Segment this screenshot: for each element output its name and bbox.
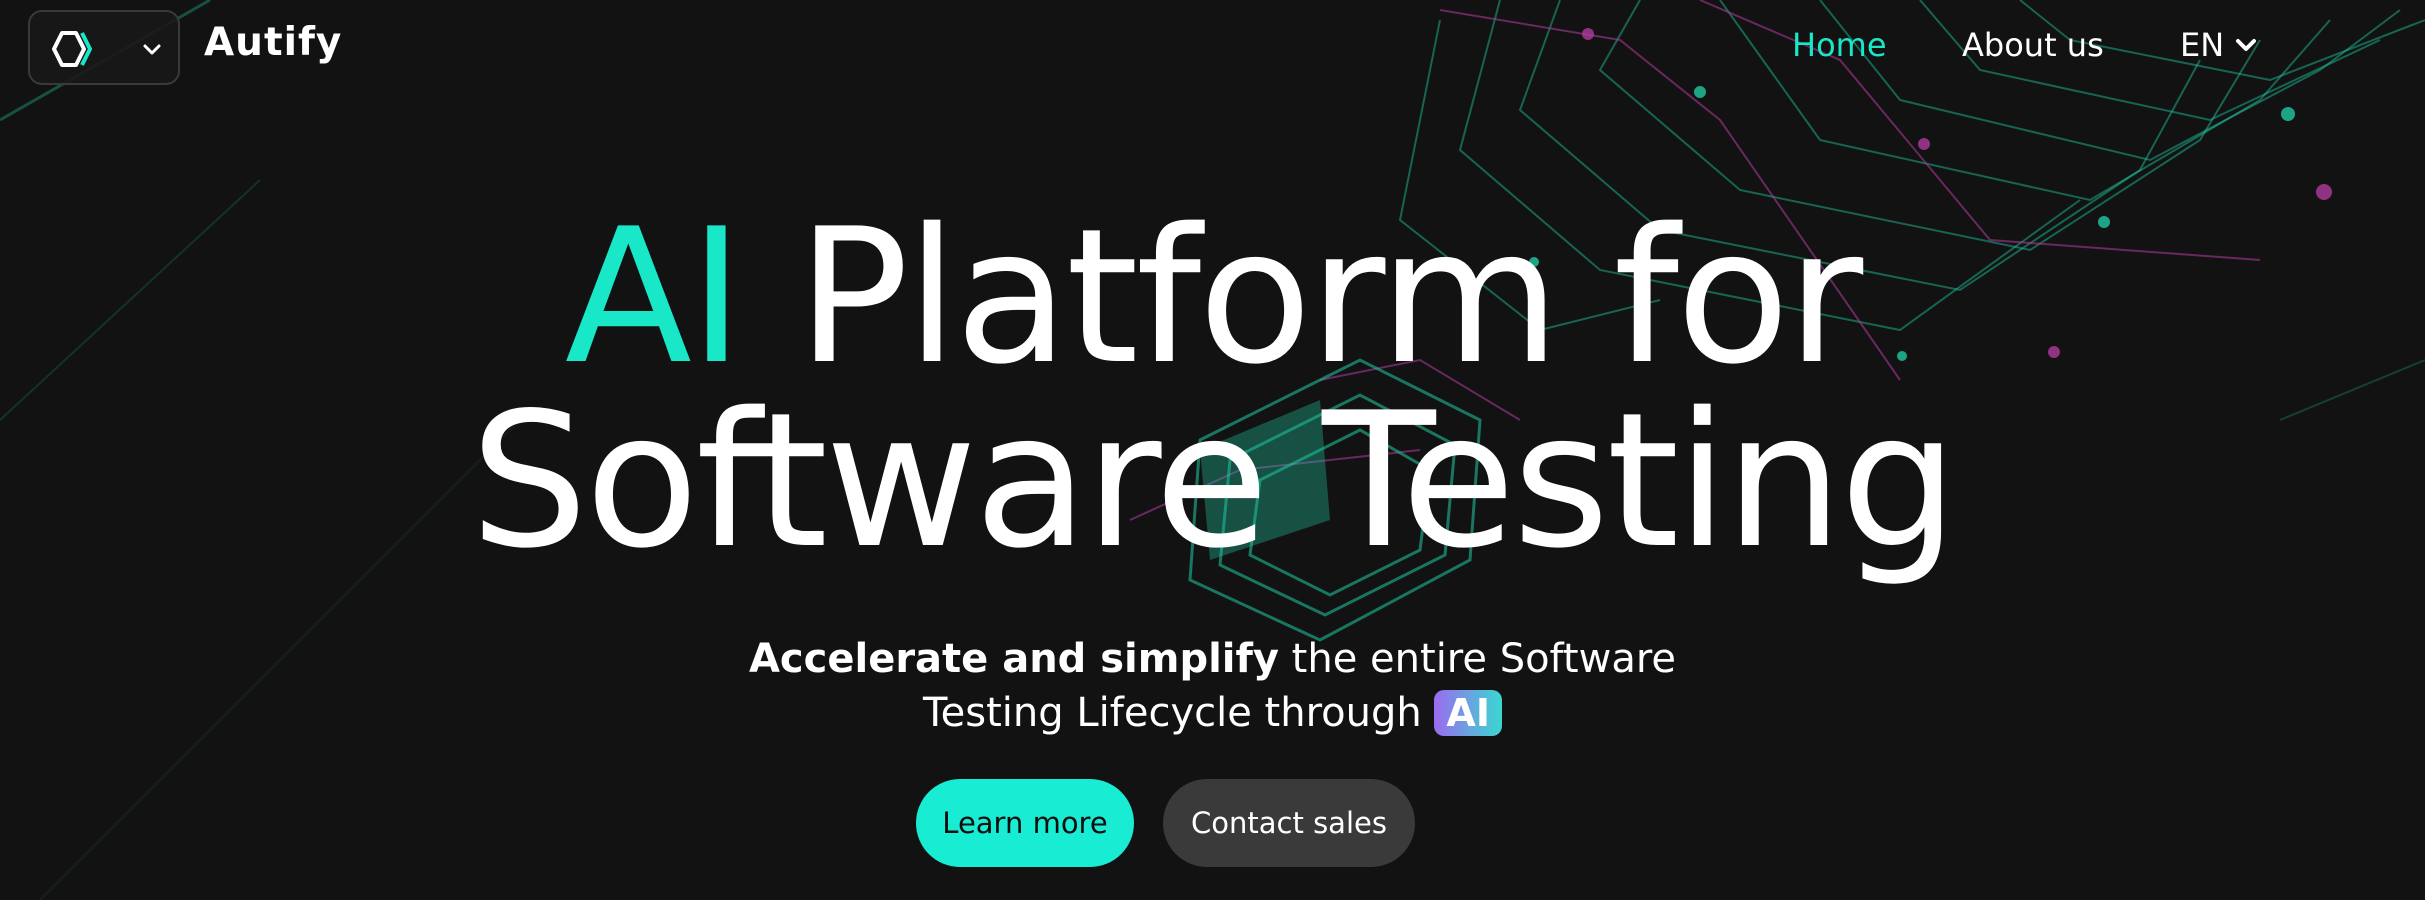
product-switcher-button[interactable] [28, 10, 180, 85]
chevron-down-icon [143, 44, 161, 55]
chevron-down-icon [2236, 39, 2257, 51]
hero-subtitle-rest: the entire Software [1278, 636, 1677, 682]
hero-subtitle-bold: Accelerate and simplify [748, 636, 1279, 682]
hero-title: AI Platform for Software Testing [0, 204, 2425, 589]
hero-title-line-1: AI Platform for [0, 204, 2425, 390]
nav-home-link[interactable]: Home [1792, 26, 1887, 64]
autify-logo-icon [52, 31, 92, 67]
language-current: EN [2180, 26, 2225, 64]
language-selector[interactable]: EN [2180, 26, 2260, 64]
hero-subtitle-line-1: Accelerate and simplify the entire Softw… [0, 632, 2425, 686]
site-header: Autify Home About us EN [0, 0, 2425, 100]
ai-chip-badge: AI [1434, 690, 1502, 736]
learn-more-button[interactable]: Learn more [916, 779, 1134, 867]
hero-subtitle-line-2: Testing Lifecycle through AI [0, 686, 2425, 740]
hero-title-line-2: Software Testing [470, 372, 1958, 589]
contact-sales-button[interactable]: Contact sales [1163, 779, 1415, 867]
hero-subtitle: Accelerate and simplify the entire Softw… [0, 632, 2425, 740]
hero-subtitle-line-2-text: Testing Lifecycle through [923, 690, 1435, 736]
brand-name[interactable]: Autify [204, 20, 342, 65]
nav-about-link[interactable]: About us [1962, 26, 2104, 64]
landing-page: Autify Home About us EN AI Platform for … [0, 0, 2425, 900]
